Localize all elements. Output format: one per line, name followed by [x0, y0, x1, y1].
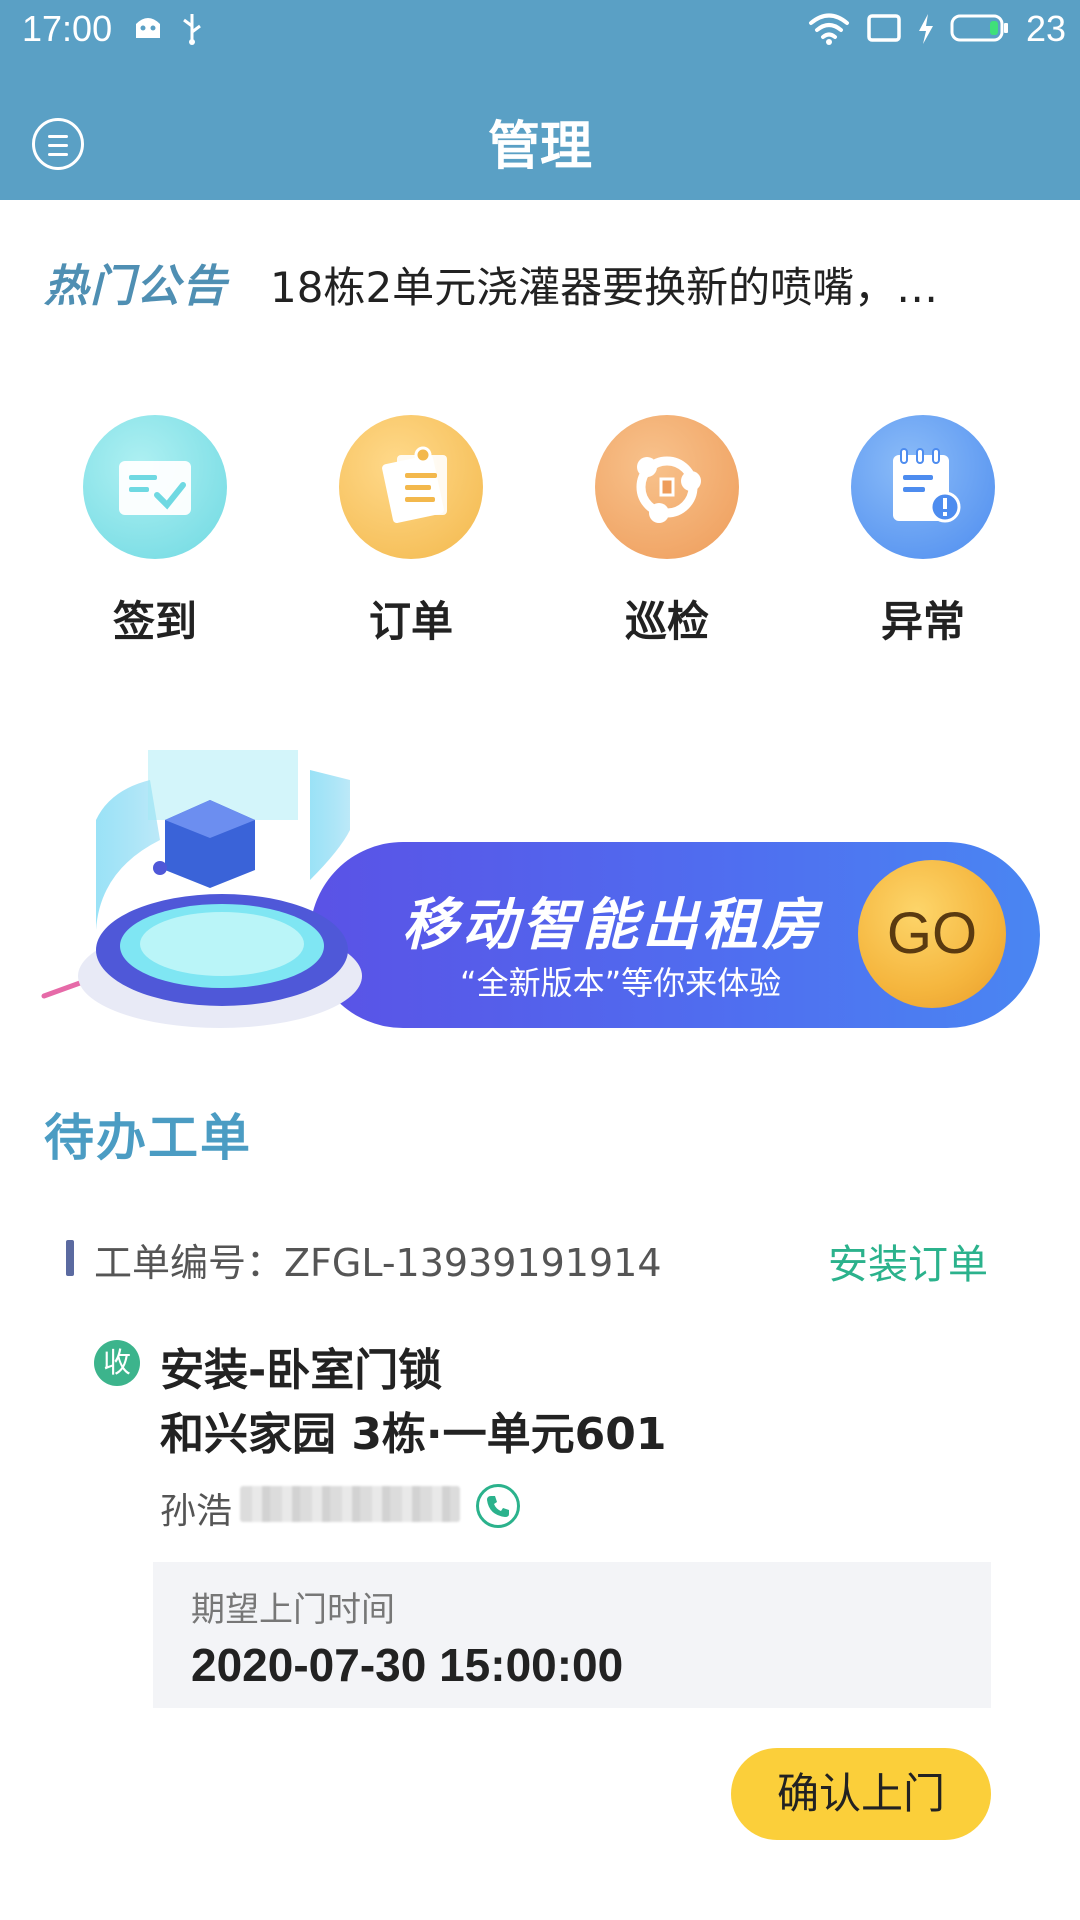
status-bar: 17:00 23 [0, 0, 1080, 62]
exception-icon [851, 415, 995, 559]
usb-icon [180, 12, 204, 50]
android-icon [132, 12, 164, 46]
action-label: 巡检 [624, 597, 709, 646]
order-type: 安装订单 [828, 1242, 988, 1288]
contact-name: 孙浩 [160, 1491, 233, 1532]
phone-icon[interactable] [476, 1484, 520, 1528]
expected-time-label: 期望上门时间 [191, 1590, 395, 1630]
quick-actions: 签到 订单 巡检 异常 [0, 410, 1080, 660]
receive-badge: 收 [94, 1340, 140, 1386]
battery-level: 23 [1025, 8, 1066, 49]
confirm-visit-button[interactable]: 确认上门 [731, 1748, 991, 1840]
action-order[interactable]: 订单 [311, 410, 511, 660]
notice-tag: 热门公告 [44, 261, 228, 312]
battery-icon [950, 12, 1010, 48]
page-title: 管理 [487, 117, 592, 177]
expected-time-box: 期望上门时间 2020-07-30 15:00:00 [153, 1562, 991, 1708]
notice-text[interactable]: 18栋2单元浇灌器要换新的喷嘴，… [270, 254, 990, 315]
action-exception[interactable]: 异常 [823, 410, 1023, 660]
order-accent-bar [66, 1240, 74, 1276]
charging-icon [916, 12, 936, 50]
hot-notice[interactable]: 热门公告 18栋2单元浇灌器要换新的喷嘴，… [0, 220, 1080, 340]
order-address: 和兴家园 3栋·一单元601 [160, 1409, 667, 1460]
wifi-icon [808, 12, 850, 50]
checkin-icon [83, 415, 227, 559]
action-label: 异常 [880, 597, 965, 646]
action-label: 签到 [112, 597, 197, 646]
action-checkin[interactable]: 签到 [55, 410, 255, 660]
contact-phone-redacted [240, 1486, 460, 1522]
banner-illustration [40, 740, 400, 1040]
tablet-icon [866, 12, 902, 48]
go-button[interactable]: GO [858, 860, 1006, 1008]
banner-subtitle: “全新版本”等你来体验 [460, 964, 782, 1002]
patrol-icon [595, 415, 739, 559]
section-title: 待办工单 [44, 1109, 252, 1167]
promo-banner[interactable]: 移动智能出租房 “全新版本”等你来体验 GO [40, 740, 1040, 1040]
app-header: 17:00 23 管理 [0, 0, 1080, 200]
order-icon [339, 415, 483, 559]
order-number: 工单编号：ZFGL-13939191914 [94, 1241, 662, 1285]
order-item: 安装-卧室门锁 [160, 1345, 443, 1396]
expected-time-value: 2020-07-30 15:00:00 [191, 1639, 624, 1691]
action-label: 订单 [368, 597, 453, 646]
banner-title: 移动智能出租房 [402, 893, 822, 958]
action-patrol[interactable]: 巡检 [567, 410, 767, 660]
status-time: 17:00 [22, 8, 113, 49]
